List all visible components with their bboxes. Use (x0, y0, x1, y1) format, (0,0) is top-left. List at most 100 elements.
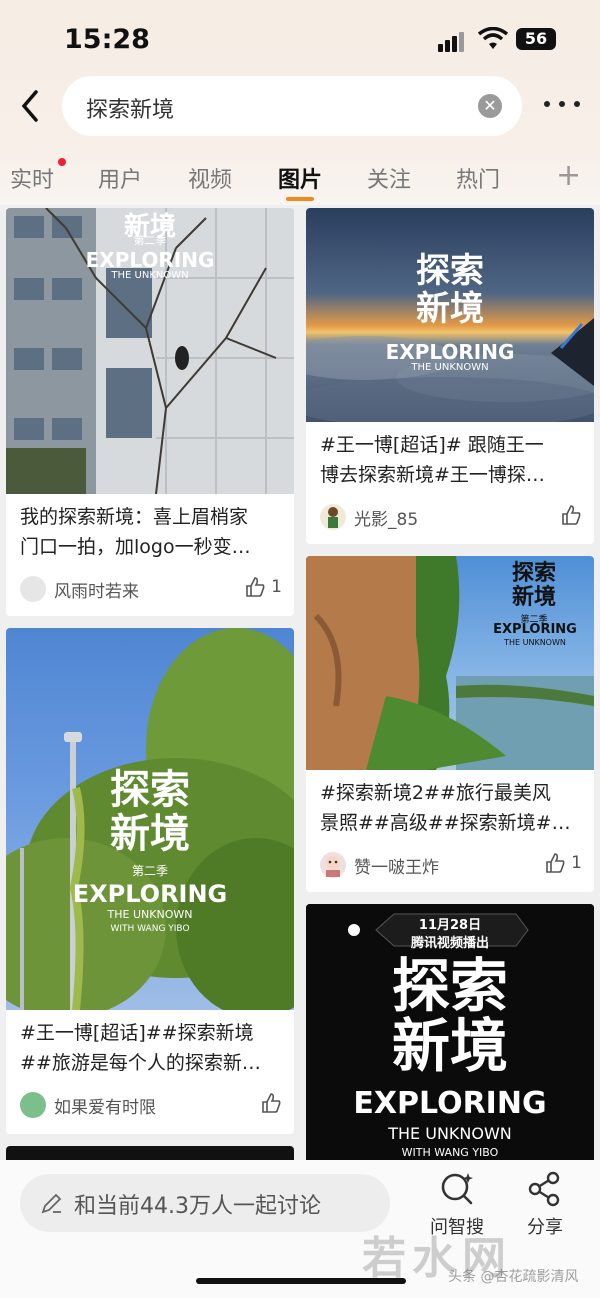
like-button[interactable] (260, 1092, 282, 1114)
smart-search-icon (441, 1173, 473, 1205)
post-image[interactable]: 探索 新境 EXPLORING THE UNKNOWN (306, 208, 594, 422)
discuss-input[interactable]: 和当前44.3万人一起讨论 (20, 1174, 390, 1232)
like-count: 1 (571, 853, 582, 873)
poster-en-sub: THE UNKNOWN (411, 362, 489, 373)
avatar-figure-icon (328, 507, 338, 528)
post-caption: #探索新境2##旅行最美风 景照##高级##探索新境#… (320, 778, 582, 838)
poster-title: 探索 新境 (306, 956, 594, 1076)
post-user-row: 光影_85 (320, 502, 582, 532)
post-caption: #王一博[超话]# 跟随王一 博去探索新境#王一博探… (320, 430, 582, 490)
poster-title-line: 新境 (391, 1012, 508, 1080)
post-image[interactable]: 11月28日 腾讯视频播出 探索 新境 EXPLORING THE UNKNOW… (306, 904, 594, 1164)
poster-en-sub: THE UNKNOWN (111, 270, 189, 281)
poster-en-title: EXPLORING (353, 1086, 547, 1121)
share-label: 分享 (527, 1217, 563, 1238)
battery-icon: 56 (516, 28, 556, 50)
like-button[interactable]: 1 (244, 576, 282, 598)
post-user-row: 风雨时若来 1 (20, 574, 282, 604)
clear-search-icon[interactable]: ✕ (478, 94, 502, 118)
poster-title: 探索 新境 (484, 562, 584, 610)
caption-line: 景照##高级##探索新境#… (320, 812, 571, 834)
poster-title-line: 探索 (110, 767, 190, 813)
username[interactable]: 如果爱有时限 (54, 1093, 156, 1118)
tab-realtime[interactable]: 实时 (10, 162, 54, 194)
tab-following[interactable]: 关注 (367, 162, 411, 194)
poster-title-line: 探索 (391, 952, 508, 1020)
share-icon (528, 1171, 560, 1207)
pencil-icon (41, 1193, 62, 1214)
poster-title-line: 新境 (511, 585, 556, 610)
active-tab-indicator (286, 197, 314, 201)
signal-icon (438, 30, 468, 52)
caption-line: 我的探索新境：喜上眉梢家 (20, 506, 249, 528)
thumbs-up-icon (562, 505, 581, 525)
avatar[interactable] (20, 1092, 46, 1118)
post-card[interactable]: 11月28日 腾讯视频播出 探索 新境 EXPLORING THE UNKNOW… (306, 904, 594, 1164)
poster-title-line: 新境 (110, 811, 190, 857)
like-button[interactable] (560, 504, 582, 526)
post-card[interactable]: 探索 新境 第二季 EXPLORING THE UNKNOWN WITH WAN… (6, 628, 294, 1134)
poster-en-title: EXPLORING (493, 622, 577, 637)
poster-with: WITH WANG YIBO (401, 1146, 499, 1159)
caption-line: 门口一拍，加logo一秒变… (20, 536, 251, 558)
username[interactable]: 光影_85 (354, 505, 418, 530)
poster-en-title: EXPLORING (385, 340, 515, 364)
tab-videos[interactable]: 视频 (188, 162, 232, 194)
watermark-source: 头条 @杏花疏影清风 (448, 1269, 579, 1285)
username[interactable]: 赞一啵王炸 (354, 853, 439, 878)
post-user-row: 赞一啵王炸 1 (320, 850, 582, 880)
header: 15:28 56 探索新境 ✕ 实时 用户 视频 图片 关注 热门 + (0, 0, 600, 205)
poster-en-sub: THE UNKNOWN (504, 638, 566, 647)
poster-title: 探索 新境 (6, 768, 294, 856)
post-user-row: 如果爱有时限 (20, 1090, 282, 1120)
like-button[interactable]: 1 (544, 852, 582, 874)
username[interactable]: 风雨时若来 (54, 577, 139, 602)
thumbs-up-icon (245, 577, 265, 597)
avatar[interactable] (20, 576, 46, 602)
thumbs-up-icon (545, 853, 565, 873)
post-card[interactable]: 探索 新境 第二季 EXPLORING THE UNKNOWN #探索新境2##… (306, 556, 594, 892)
tab-hot[interactable]: 热门 (456, 162, 500, 194)
wifi-icon (478, 27, 508, 49)
poster-title: 探索 新境 (306, 252, 594, 328)
post-caption: 我的探索新境：喜上眉梢家 门口一拍，加logo一秒变… (20, 502, 282, 562)
poster-en-sub: THE UNKNOWN (107, 908, 193, 921)
post-card[interactable]: 新境 第二季 EXPLORING THE UNKNOWN 我的探索新境：喜上眉梢… (6, 208, 294, 616)
avatar[interactable] (320, 504, 346, 530)
tab-users[interactable]: 用户 (98, 162, 142, 194)
home-indicator[interactable] (196, 1278, 406, 1284)
poster-season: 第二季 (133, 234, 167, 247)
like-count: 1 (271, 577, 282, 597)
post-image[interactable]: 探索 新境 第二季 EXPLORING THE UNKNOWN WITH WAN… (6, 628, 294, 1010)
search-input[interactable]: 探索新境 ✕ (62, 76, 522, 136)
broadcast-platform: 腾讯视频播出 (410, 936, 489, 951)
poster-en-title: EXPLORING (85, 248, 215, 272)
new-indicator-dot (58, 158, 66, 166)
post-image[interactable]: 探索 新境 第二季 EXPLORING THE UNKNOWN (306, 556, 594, 770)
broadcast-date: 11月28日 (418, 918, 482, 933)
poster-season: 第二季 (131, 864, 168, 878)
caption-line: 博去探索新境#王一博探… (320, 464, 545, 486)
tab-images[interactable]: 图片 (278, 162, 322, 194)
share-button[interactable]: 分享 (512, 1170, 578, 1239)
caption-line: #王一博[超话]# 跟随王一 (320, 434, 544, 456)
caption-line: #王一博[超话]##探索新境 (20, 1022, 254, 1044)
poster-title-line: 探索 (511, 561, 556, 586)
thumbs-up-icon (262, 1093, 281, 1113)
tab-bar: 实时 用户 视频 图片 关注 热门 + (0, 150, 600, 205)
search-query: 探索新境 (86, 98, 175, 123)
status-bar: 15:28 56 (0, 0, 600, 78)
status-time: 15:28 (64, 24, 150, 55)
avatar[interactable] (320, 852, 346, 878)
discuss-placeholder: 和当前44.3万人一起讨论 (74, 1194, 321, 1219)
more-options-icon[interactable] (544, 94, 580, 114)
bottom-bar: 和当前44.3万人一起讨论 问智搜 分享 若水网 头条 @杏花疏影清风 (0, 1160, 600, 1298)
poster-en-sub: THE UNKNOWN (388, 1124, 512, 1143)
poster-with: WITH WANG YIBO (110, 924, 190, 934)
post-image[interactable]: 新境 第二季 EXPLORING THE UNKNOWN (6, 208, 294, 494)
avatar-character-icon (326, 856, 340, 877)
post-card[interactable]: 探索 新境 EXPLORING THE UNKNOWN #王一博[超话]# 跟随… (306, 208, 594, 544)
post-caption: #王一博[超话]##探索新境 ##旅游是每个人的探索新… (20, 1018, 282, 1078)
add-tab-icon[interactable]: + (556, 158, 581, 193)
back-arrow-icon[interactable] (14, 86, 54, 126)
